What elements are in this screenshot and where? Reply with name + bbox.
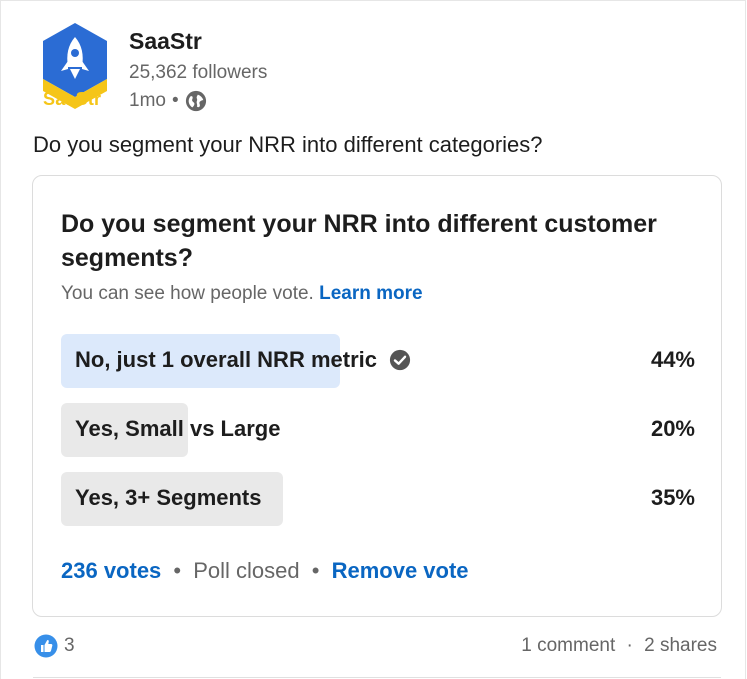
poll-question: Do you segment your NRR into different c… bbox=[61, 210, 657, 272]
like-icon bbox=[34, 634, 58, 658]
footer-separator: • bbox=[173, 558, 182, 583]
reaction-count: 3 bbox=[64, 635, 75, 656]
shares-link[interactable]: 2 shares bbox=[644, 635, 717, 656]
reactions-count[interactable]: 3 bbox=[34, 634, 75, 658]
poll-visibility-note: You can see how people vote. Learn more bbox=[61, 283, 423, 305]
learn-more-link[interactable]: Learn more bbox=[319, 283, 422, 304]
vote-count-link[interactable]: 236 votes bbox=[61, 558, 161, 583]
footer-separator: • bbox=[311, 558, 320, 583]
remove-vote-button[interactable]: Remove vote bbox=[332, 558, 469, 583]
poll-footer: 236 votes • Poll closed • Remove vote bbox=[61, 558, 469, 584]
poll-option[interactable]: No, just 1 overall NRR metric 44% bbox=[61, 334, 695, 388]
poll-option[interactable]: Yes, Small vs Large 20% bbox=[61, 403, 695, 457]
poll-option[interactable]: Yes, 3+ Segments 35% bbox=[61, 472, 695, 526]
post-time: 1mo bbox=[129, 90, 166, 111]
post-text: Do you segment your NRR into different c… bbox=[33, 132, 543, 157]
poll-option-label-row: No, just 1 overall NRR metric bbox=[75, 347, 411, 373]
poll-option-percent: 44% bbox=[650, 347, 695, 372]
feed-post: SaaStr SaaStr 25,362 followers 1mo • Do … bbox=[0, 0, 746, 679]
post-meta: 1mo • bbox=[129, 90, 207, 112]
engagement-separator: · bbox=[626, 635, 633, 656]
comments-link[interactable]: 1 comment bbox=[521, 635, 615, 656]
poll-option-percent: 35% bbox=[650, 485, 695, 510]
author-name[interactable]: SaaStr bbox=[129, 28, 202, 55]
poll-option-label: Yes, 3+ Segments bbox=[75, 485, 262, 510]
logo-wordmark: SaaStr bbox=[43, 89, 102, 109]
poll-card: Do you segment your NRR into different c… bbox=[32, 175, 722, 617]
check-circle-icon bbox=[389, 349, 411, 371]
globe-icon bbox=[185, 90, 206, 112]
poll-option-percent: 20% bbox=[650, 416, 695, 441]
poll-option-label: No, just 1 overall NRR metric bbox=[75, 347, 377, 372]
poll-option-label-row: Yes, 3+ Segments bbox=[75, 485, 262, 511]
follower-count: 25,362 followers bbox=[129, 62, 268, 83]
poll-option-label: Yes, Small vs Large bbox=[75, 416, 281, 441]
poll-status: Poll closed bbox=[193, 558, 300, 583]
divider bbox=[33, 677, 721, 678]
poll-visibility-text: You can see how people vote. bbox=[61, 283, 314, 304]
poll-option-label-row: Yes, Small vs Large bbox=[75, 416, 280, 442]
meta-separator: • bbox=[171, 90, 179, 111]
engagement-counts: 1 comment · 2 shares bbox=[521, 635, 717, 657]
